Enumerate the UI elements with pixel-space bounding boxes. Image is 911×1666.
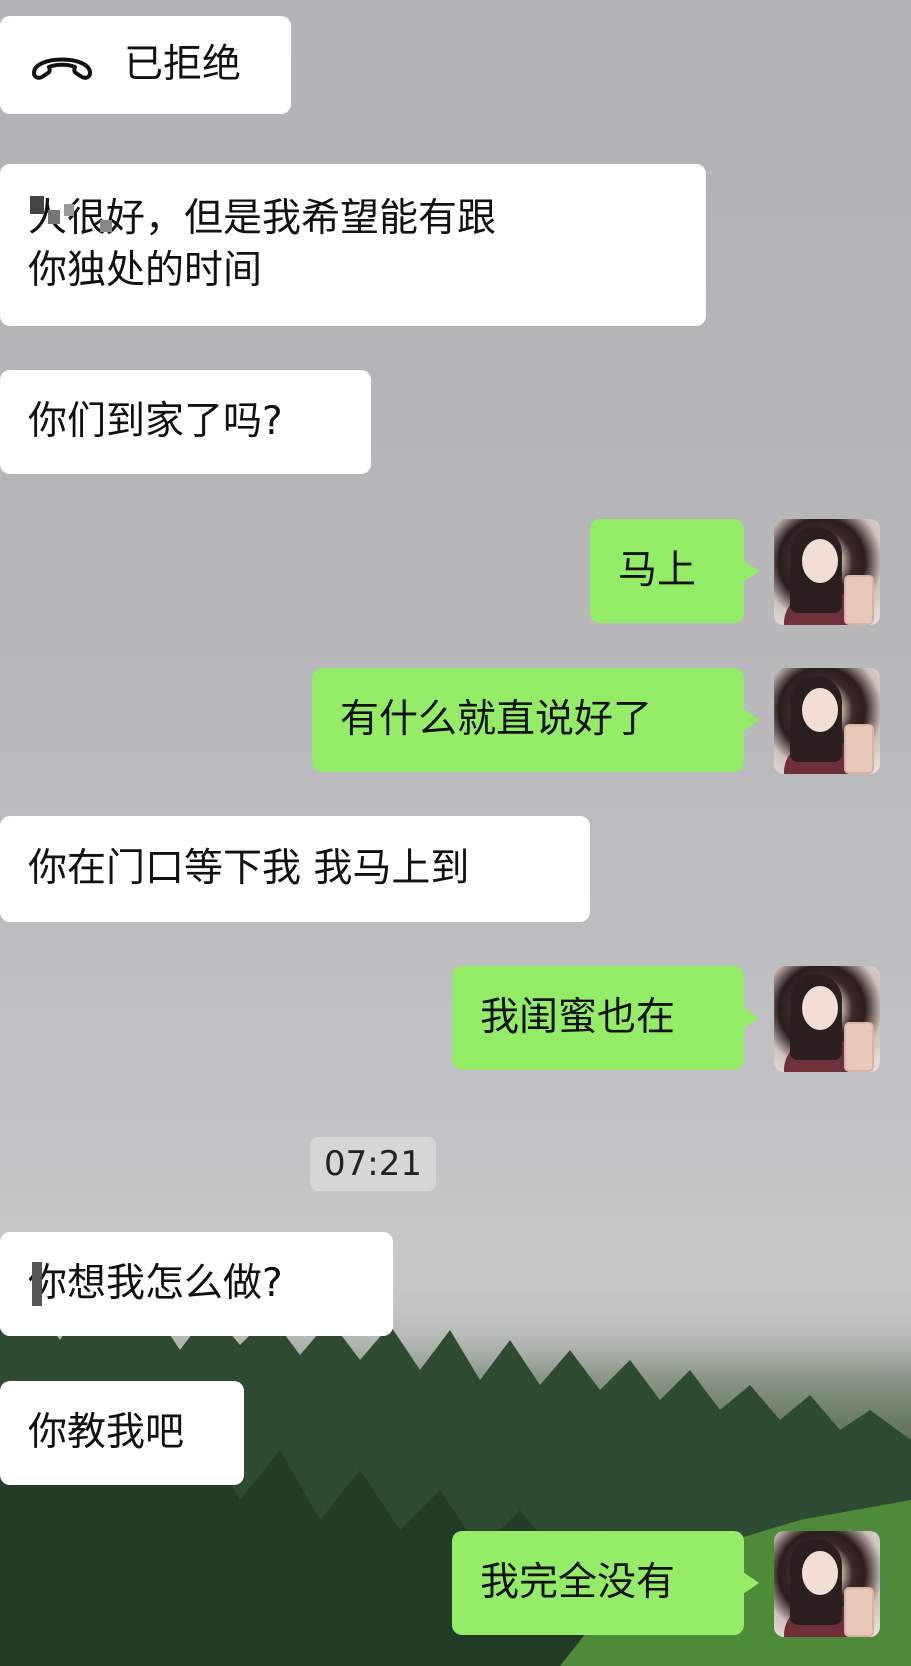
user-avatar[interactable] [774,668,880,774]
pixelated-redaction [30,196,44,214]
message-outgoing[interactable]: 我闺蜜也在 [452,966,759,1070]
message-text: 马上 [618,548,697,593]
phone-hangup-icon [32,57,92,80]
pixelated-redaction [48,210,60,224]
message-text: 有什么就直说好了 [340,697,653,742]
message-outgoing[interactable]: 我完全没有 [452,1531,759,1635]
message-incoming[interactable]: 人很好，但是我希望能有跟 你独处的时间 [0,164,706,326]
message-text: 你教我吧 [28,1410,185,1455]
message-text: 你在门口等下我 我马上到 [28,846,470,891]
user-avatar[interactable] [774,519,880,625]
message-incoming[interactable]: 你教我吧 [0,1381,244,1485]
message-text: 人很好，但是我希望能有跟 你独处的时间 [28,196,497,293]
message-outgoing[interactable]: 有什么就直说好了 [312,668,759,772]
message-incoming[interactable]: 你想我怎么做? [0,1232,393,1336]
message-declined-call[interactable]: 已拒绝 [0,16,291,114]
message-text: 我闺蜜也在 [480,995,676,1040]
pixelated-redaction [32,1262,42,1306]
pixelated-redaction [64,204,74,216]
message-incoming[interactable]: 你们到家了吗? [0,370,371,474]
message-text: 你想我怎么做? [28,1261,283,1306]
message-text: 已拒绝 [124,42,242,87]
message-text: 我完全没有 [480,1560,676,1605]
pixelated-redaction [100,220,112,232]
timestamp: 07:21 [310,1137,436,1191]
message-text: 你们到家了吗? [28,399,283,444]
message-incoming[interactable]: 你在门口等下我 我马上到 [0,816,590,922]
user-avatar[interactable] [774,966,880,1072]
message-outgoing[interactable]: 马上 [590,519,759,623]
user-avatar[interactable] [774,1531,880,1637]
